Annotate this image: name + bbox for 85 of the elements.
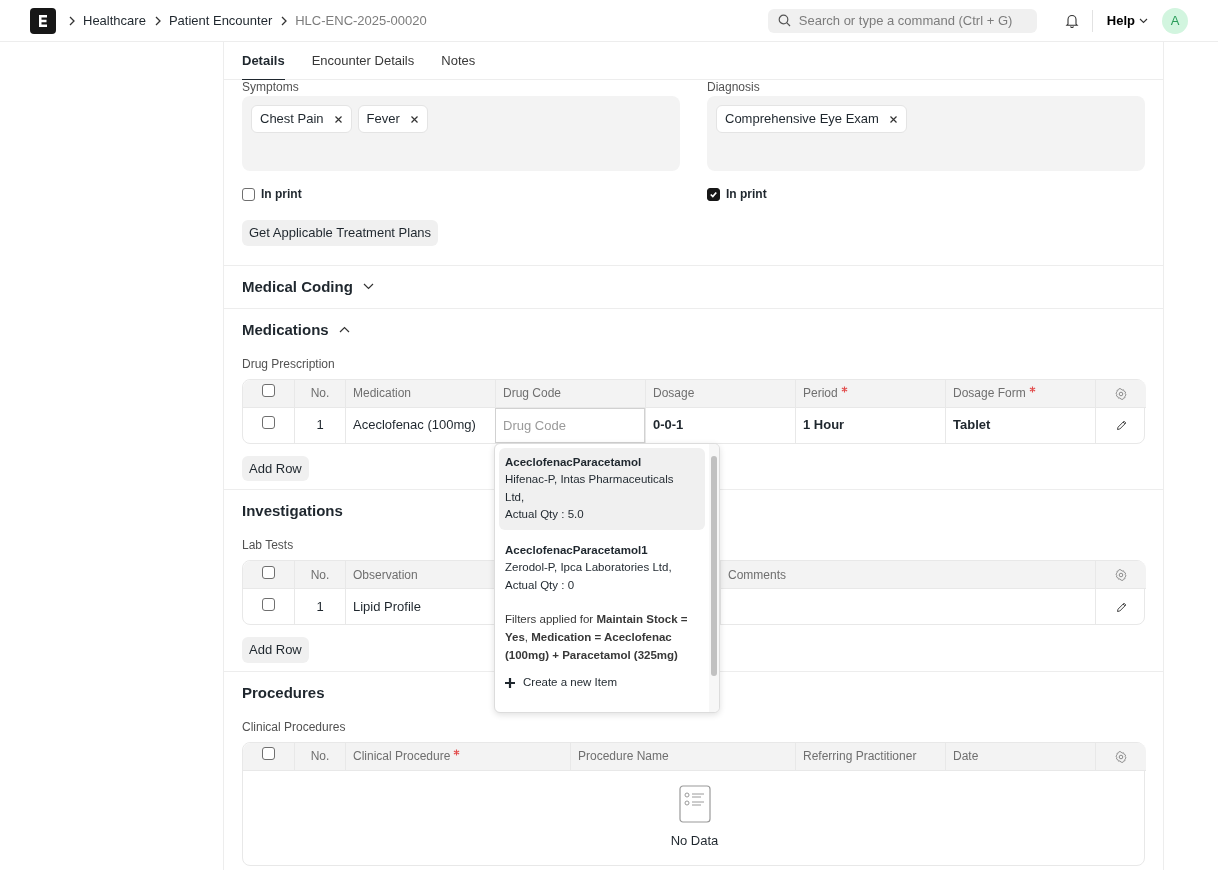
chevron-down-icon: [1139, 17, 1148, 24]
column-header: Observation: [353, 566, 418, 584]
select-all-checkbox[interactable]: [262, 384, 275, 397]
app-logo-icon[interactable]: [30, 7, 56, 34]
option-description: Zerodol-P, Ipca Laboratories Ltd,: [505, 560, 673, 575]
breadcrumb-link[interactable]: HLC-ENC-2025-00020: [295, 10, 427, 31]
edit-icon[interactable]: [1115, 601, 1127, 613]
multiselect-field[interactable]: Chest Pain Fever: [242, 96, 680, 171]
column-header: Date: [953, 748, 979, 765]
close-icon[interactable]: [333, 114, 343, 124]
row-number: 1: [316, 598, 324, 614]
column-header: Medication: [353, 385, 412, 402]
column-header: No.: [310, 385, 330, 402]
table-cell: 1 Hour: [803, 417, 845, 433]
select-all-checkbox[interactable]: [262, 565, 275, 579]
help-menu-button[interactable]: Help: [1106, 10, 1148, 31]
column-header: Comments: [728, 566, 786, 584]
settings-icon[interactable]: [1115, 569, 1127, 582]
table-label: Lab Tests: [242, 538, 294, 552]
section-title[interactable]: Medical Coding: [242, 277, 353, 296]
option-title: AceclofenacParacetamol1: [505, 542, 649, 558]
search-field[interactable]: Search or type a command (Ctrl + G): [767, 8, 1037, 33]
document-list-icon: [678, 784, 711, 823]
tab[interactable]: Notes: [441, 42, 476, 80]
print-checkbox[interactable]: [242, 187, 255, 201]
add-row-button[interactable]: Add Row: [242, 455, 309, 481]
tag-label: Fever: [366, 110, 400, 129]
table-cell: Aceclofenac (100mg): [353, 417, 476, 433]
row-number: 1: [316, 417, 324, 433]
dropdown-option[interactable]: AceclofenacParacetamol Hifenac-P, Intas Pharmaceuticals Ltd, Actual Qty : 5.0: [499, 447, 705, 530]
empty-state-text: No Data: [670, 831, 719, 850]
chevron-right-icon: [279, 15, 289, 26]
column-header: Referring Practitioner: [803, 748, 917, 765]
section-title[interactable]: Procedures: [242, 683, 325, 702]
field-label: Diagnosis: [707, 80, 760, 94]
chevron-down-icon[interactable]: [362, 283, 374, 290]
bell-icon[interactable]: [1064, 13, 1079, 28]
select-all-checkbox[interactable]: [262, 747, 275, 760]
table-cell: Lipid Profile: [353, 598, 421, 614]
field-label: Symptoms: [242, 80, 299, 94]
row-checkbox[interactable]: [262, 597, 275, 611]
add-row-button[interactable]: Add Row: [242, 637, 309, 663]
chevron-up-icon[interactable]: [338, 326, 350, 333]
tab[interactable]: Details: [242, 42, 285, 80]
create-item-button[interactable]: Create a new Item: [499, 668, 623, 698]
table-cell: 0-0-1: [653, 417, 684, 433]
section-title[interactable]: Medications: [242, 320, 329, 339]
tag-label: Comprehensive Eye Exam: [725, 110, 879, 129]
close-icon[interactable]: [409, 114, 419, 124]
column-header: Dosage Form: [953, 385, 1026, 402]
settings-icon[interactable]: [1115, 387, 1127, 400]
print-checkbox[interactable]: [707, 187, 720, 201]
column-header: Drug Code: [503, 385, 562, 402]
column-header: Period: [803, 385, 838, 402]
table-label: Drug Prescription: [242, 356, 335, 371]
column-header: Clinical Procedure: [353, 748, 451, 765]
multiselect-field[interactable]: Comprehensive Eye Exam: [707, 96, 1145, 171]
table-cell: Tablet: [953, 417, 991, 433]
option-description: Hifenac-P, Intas Pharmaceuticals Ltd,: [505, 472, 675, 505]
column-header: No.: [310, 748, 330, 765]
table-label: Clinical Procedures: [242, 719, 346, 734]
chevron-right-icon: [67, 15, 76, 26]
column-header: Procedure Name: [578, 748, 669, 765]
column-header: Dosage: [653, 385, 695, 402]
option-quantity: Actual Qty : 5.0: [505, 507, 585, 522]
option-title: AceclofenacParacetamol: [505, 454, 643, 470]
section-title[interactable]: Investigations: [242, 502, 343, 520]
tab[interactable]: Encounter Details: [311, 42, 415, 80]
scrollbar[interactable]: [709, 443, 719, 712]
close-icon[interactable]: [888, 114, 898, 124]
search-icon: [777, 14, 791, 27]
treatment-plans-button[interactable]: Get Applicable Treatment Plans: [242, 220, 439, 246]
checkbox-label: In print: [726, 186, 767, 203]
edit-icon[interactable]: [1115, 420, 1127, 432]
checkbox-label: In print: [261, 186, 302, 203]
breadcrumb-link[interactable]: Healthcare: [83, 10, 146, 31]
column-header: No.: [310, 566, 330, 584]
breadcrumb-link[interactable]: Patient Encounter: [168, 10, 273, 31]
option-quantity: Actual Qty : 0: [505, 577, 576, 593]
dropdown-option[interactable]: AceclofenacParacetamol1 Zerodol-P, Ipca Laboratories Ltd, Actual Qty : 0: [499, 535, 705, 600]
plus-icon: [505, 677, 515, 688]
filter-note: Filters applied for Maintain Stock = Yes, Medication = Aceclofenac (100mg) + Paracetamol (325mg): [504, 612, 689, 663]
row-checkbox[interactable]: [262, 416, 275, 430]
tag-label: Chest Pain: [260, 110, 324, 129]
settings-icon[interactable]: [1115, 750, 1127, 763]
